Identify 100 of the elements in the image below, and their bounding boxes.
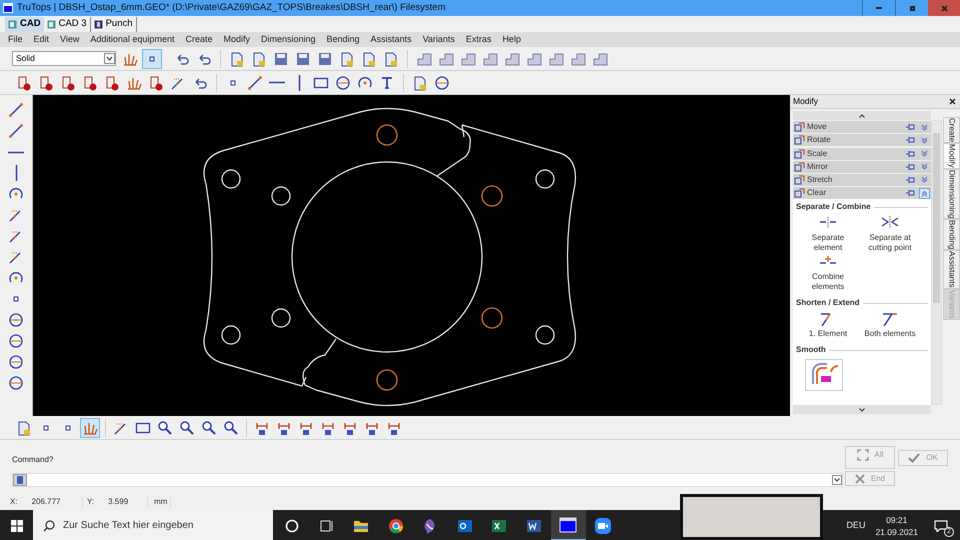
tool-group-header[interactable]: Scale (793, 148, 931, 160)
document-icon (339, 50, 355, 66)
language-indicator[interactable]: DEU (846, 518, 866, 532)
bolt-hole (481, 185, 503, 207)
tool-icon (881, 312, 899, 326)
tool-button[interactable]: 1. Element (799, 312, 857, 340)
cortana-circle-icon (283, 516, 302, 534)
menu-item[interactable]: Create (185, 32, 212, 46)
line-style-dropdown[interactable]: Solid (12, 51, 116, 66)
corner-shape-icon (592, 50, 608, 66)
vertical-line-icon (14, 165, 18, 181)
horizontal-line-icon (269, 81, 285, 84)
circle-icon (8, 375, 24, 391)
menu-item[interactable]: Assistants (370, 32, 412, 46)
corner-shape-icon (548, 50, 564, 66)
modify-tool-icon (794, 122, 805, 132)
app-window-icon (559, 516, 578, 534)
document-icon (8, 20, 17, 29)
app-icon (3, 3, 13, 13)
toolbar-button[interactable] (80, 418, 100, 438)
tool-group-header[interactable]: Move (793, 121, 931, 134)
tool-button[interactable]: Separate element (799, 216, 857, 254)
close-button[interactable] (947, 96, 957, 106)
caret-up-icon (859, 114, 865, 118)
tool-button[interactable]: Both elements (861, 312, 919, 340)
command-history-icon (13, 474, 27, 486)
drawing-tool-button[interactable] (7, 101, 25, 119)
unit-label: mm (148, 496, 172, 508)
line-icon (247, 74, 263, 90)
drawing-tool-button[interactable] (7, 374, 25, 392)
tool-button[interactable]: Combine elements (799, 255, 857, 292)
taskbar-app-button[interactable] (551, 510, 586, 540)
bolt-hole (271, 186, 291, 206)
bolt-hole (535, 169, 555, 189)
side-tab[interactable]: Dimensioning (943, 168, 960, 220)
menu-item[interactable]: Edit (34, 32, 50, 46)
menu-item[interactable]: Modify (223, 32, 250, 46)
menu-item[interactable]: View (60, 32, 80, 46)
tool-group-header[interactable]: Stretch (793, 174, 931, 186)
side-tab[interactable]: Modify (943, 143, 960, 169)
bolt-hole (376, 369, 398, 391)
horizontal-line-icon (8, 150, 24, 154)
panel-title: Modify (793, 95, 818, 108)
corner-shape-icon (526, 50, 542, 66)
tool-group-header[interactable]: Rotate (793, 134, 931, 146)
drawing-tool-button[interactable] (7, 332, 25, 350)
document-tab[interactable]: CAD (5, 17, 44, 32)
tool-icon (881, 216, 899, 230)
pin-icon (905, 162, 915, 171)
side-tab[interactable]: Create (943, 117, 960, 144)
menu-item[interactable]: Bending (326, 32, 360, 46)
corner-shape-icon (416, 50, 432, 66)
search-input[interactable]: Zur Suche Text hier eingeben (63, 518, 263, 533)
drawing-tool-button[interactable] (7, 311, 25, 329)
section-heading: Shorten / Extend (796, 297, 860, 310)
menu-item[interactable]: File (8, 32, 23, 46)
drawing-tool-button[interactable] (7, 353, 25, 371)
document-icon (94, 20, 103, 29)
magnifier-icon (179, 420, 195, 436)
tool-group-header[interactable]: Mirror (793, 160, 931, 173)
close-icon (940, 4, 948, 12)
drawing-tool-button[interactable] (7, 122, 25, 140)
toolbar-button[interactable] (142, 48, 162, 68)
scrollbar[interactable] (931, 120, 942, 405)
clock[interactable]: 09:21 21.09.2021 (875, 514, 918, 538)
part-delete-icon (82, 74, 98, 90)
y-label: Y: (87, 496, 94, 508)
windows-logo-icon (10, 520, 22, 532)
modify-tool-icon (794, 174, 805, 185)
circle-icon (8, 312, 24, 328)
corner-shape-icon (438, 50, 454, 66)
menu-item[interactable]: Dimensioning (260, 32, 316, 46)
menu-item[interactable]: Variants (422, 32, 455, 46)
selection-frame-icon (856, 449, 869, 461)
command-prompt: Command? (12, 454, 54, 466)
speech-bubble-icon (934, 520, 948, 532)
menu-item[interactable]: Additional equipment (90, 32, 174, 46)
smooth-tool-button[interactable] (805, 359, 843, 392)
side-tab[interactable]: Bending (943, 219, 960, 250)
magnifier-icon (223, 420, 239, 436)
x-coordinate: 206.777 (32, 496, 60, 508)
tool-button[interactable]: Separate at cutting point (861, 216, 919, 254)
text-icon (379, 74, 395, 90)
part-delete-icon (16, 74, 32, 90)
document-icon (361, 50, 377, 66)
checkmark-icon (908, 453, 920, 463)
pin-icon (905, 123, 915, 132)
tool-group-header[interactable]: Clear (793, 187, 931, 200)
vertical-line-icon (298, 74, 300, 90)
taskbar-search-field[interactable]: Zur Suche Text hier eingeben (33, 510, 273, 540)
side-tab[interactable]: Assistants (943, 250, 960, 289)
caret-down-icon (859, 408, 865, 412)
pin-icon (905, 189, 915, 198)
pin-icon (905, 136, 915, 144)
line-icon (8, 102, 24, 118)
menu-item[interactable]: Help (502, 32, 521, 46)
pin-icon (905, 150, 915, 158)
menu-item[interactable]: Extras (466, 32, 492, 46)
command-input-field[interactable] (12, 473, 843, 487)
document-icon (229, 50, 245, 66)
